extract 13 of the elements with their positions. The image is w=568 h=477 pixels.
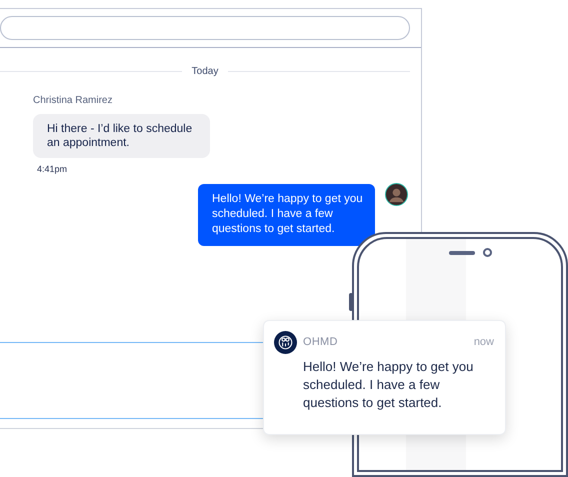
- message-bubble: Hello! We’re happy to get you scheduled. I have a few questions to get started.: [198, 184, 375, 246]
- message-bubble: Hi there - I’d like to schedule an appointment.: [33, 114, 210, 158]
- phone-speaker-icon: [449, 251, 475, 255]
- notification-message: Hello! We’re happy to get you scheduled. I have a few questions to get started.: [303, 358, 474, 412]
- message-time: 4:41pm: [37, 163, 68, 176]
- app-logo-icon: [274, 331, 297, 354]
- date-divider: Today: [190, 65, 220, 79]
- phone-camera-icon: [483, 248, 492, 257]
- app-name: OHMD: [303, 335, 338, 350]
- avatar-icon: [385, 182, 408, 206]
- notification-time: now: [474, 335, 494, 350]
- sender-name: Christina Ramirez: [33, 94, 112, 108]
- message-input-field[interactable]: [0, 16, 410, 40]
